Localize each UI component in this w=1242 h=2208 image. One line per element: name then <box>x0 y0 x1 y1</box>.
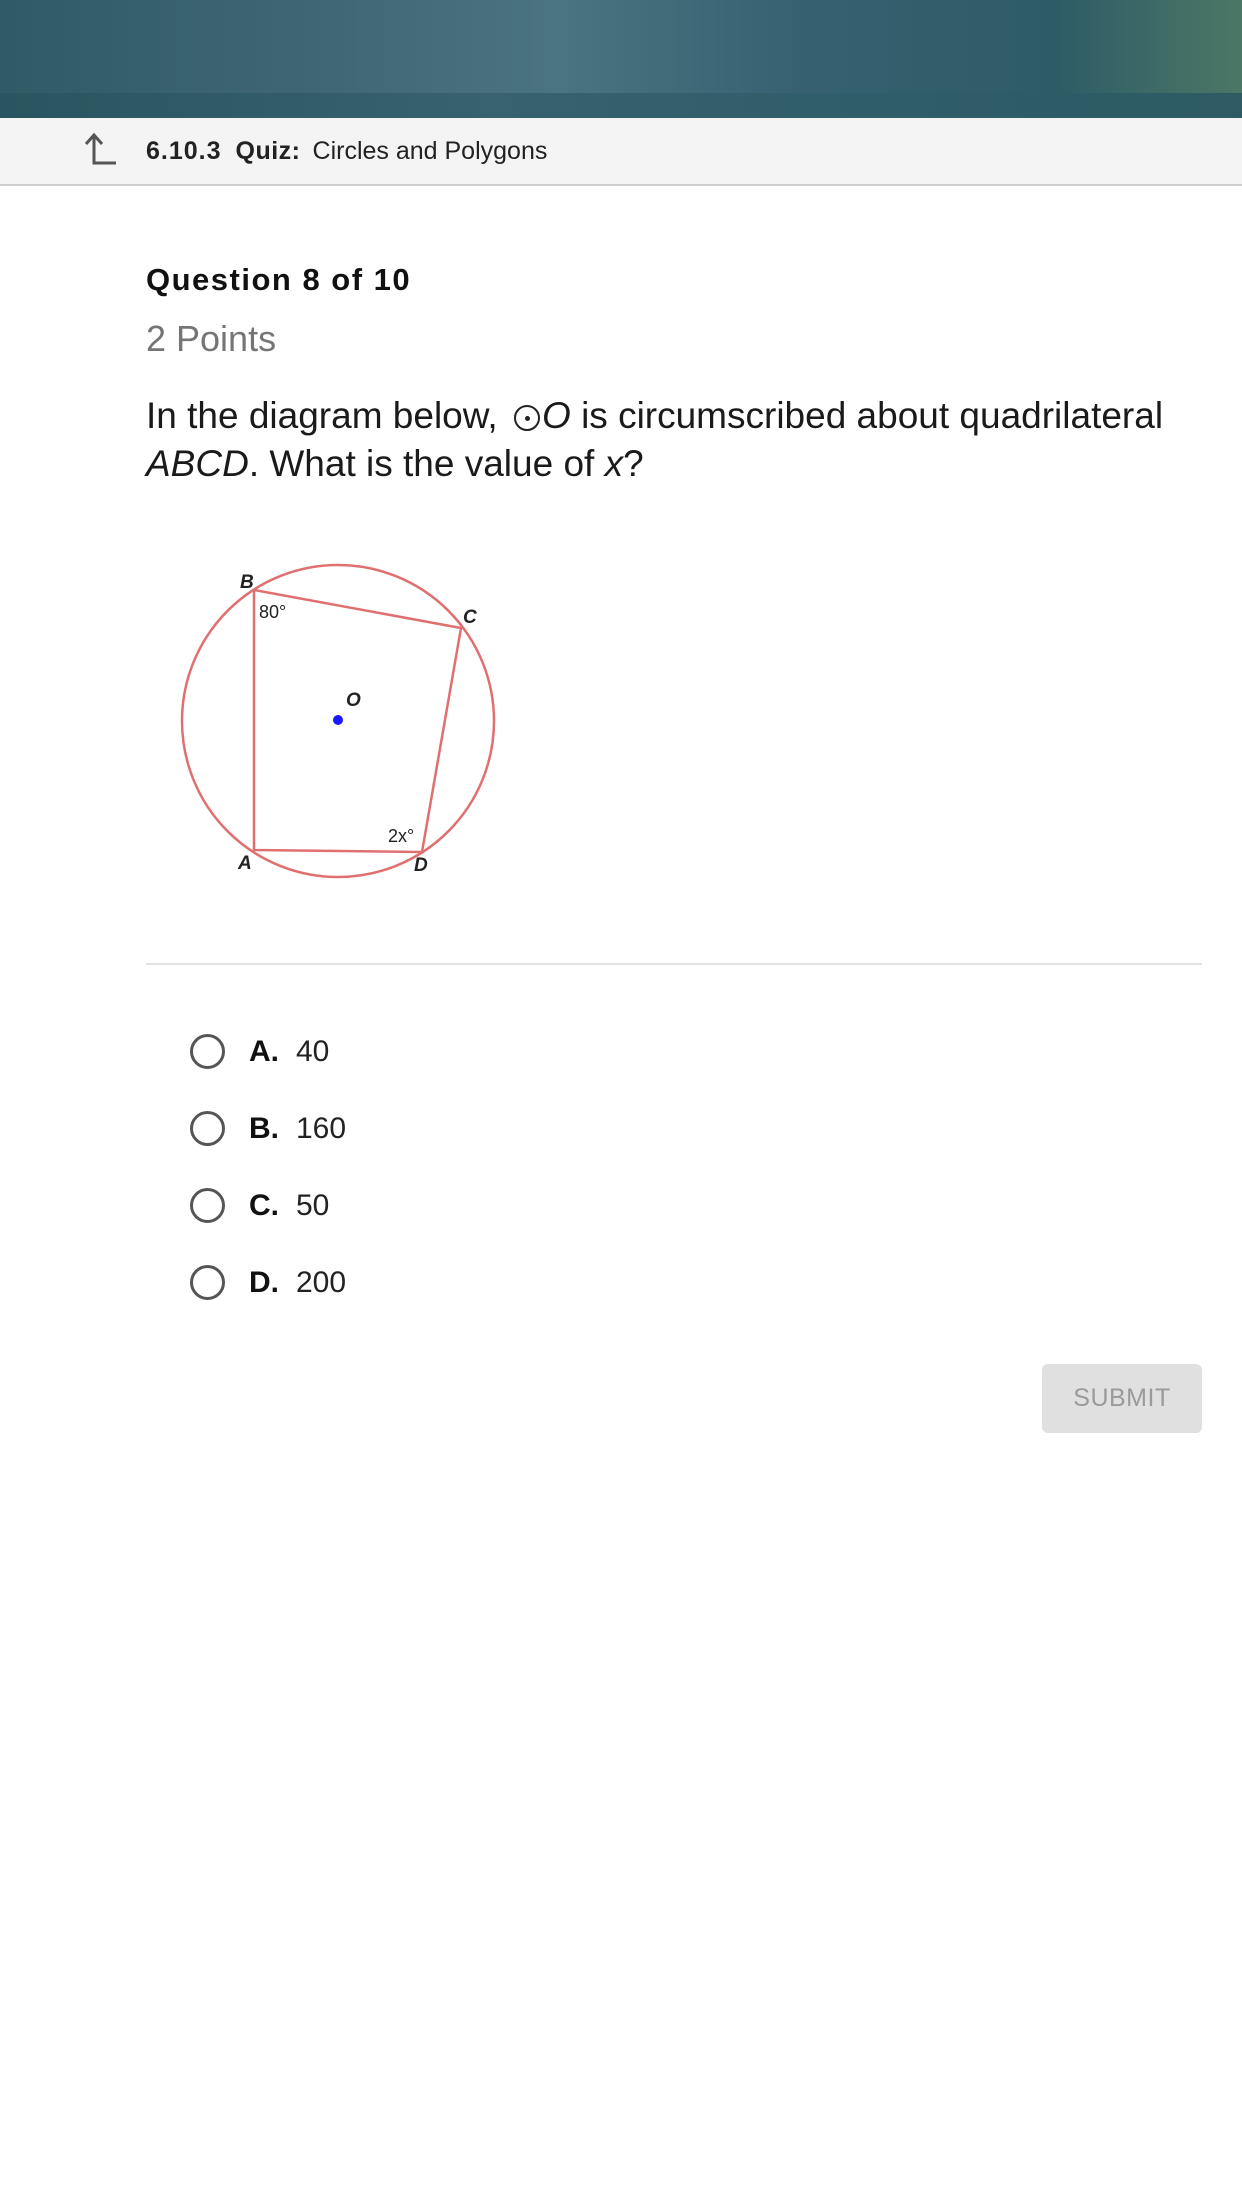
quadrilateral-abcd <box>252 588 463 854</box>
choice-value: 160 <box>296 1111 347 1145</box>
circle-name: O <box>542 395 571 436</box>
variable-name: x <box>604 443 624 484</box>
choice-value: 200 <box>296 1265 347 1299</box>
angle-label-b: 80° <box>259 602 286 622</box>
question-text: In the diagram below, O is circumscribed… <box>146 392 1206 488</box>
divider <box>146 963 1202 965</box>
vertex-label-b: B <box>240 572 254 593</box>
points-label: 2 Points <box>146 318 277 359</box>
question-text-part2: is circumscribed about quadrilateral <box>581 395 1164 436</box>
choice-letter: C. <box>249 1188 279 1222</box>
circle-symbol-icon <box>514 405 540 431</box>
answer-choices: A. 40 B. 160 C. 50 D. 200 <box>190 1013 890 1321</box>
angle-label-d: 2x° <box>388 826 414 846</box>
breadcrumb-quiz-label: Quiz: <box>235 137 301 165</box>
question-text-part1: In the diagram below, <box>146 395 498 436</box>
choice-value: 50 <box>296 1188 330 1222</box>
circle-diagram: B C O A D 80° 2x° <box>180 563 496 879</box>
submit-button[interactable]: SUBMIT <box>1042 1364 1202 1433</box>
breadcrumb-title: Circles and Polygons <box>312 137 548 165</box>
radio-icon[interactable] <box>190 1265 225 1300</box>
choice-letter: A. <box>249 1034 279 1068</box>
breadcrumb-number: 6.10.3 <box>146 137 222 165</box>
question-text-part4: ? <box>623 443 644 484</box>
radio-icon[interactable] <box>190 1034 225 1069</box>
quadrilateral-name: ABCD <box>146 443 249 484</box>
banner-shadow <box>0 93 1242 118</box>
top-banner <box>0 0 1242 118</box>
choice-a[interactable]: A. 40 <box>190 1013 890 1090</box>
vertex-label-c: C <box>463 607 477 628</box>
choice-value: 40 <box>296 1034 330 1068</box>
center-label-o: O <box>346 690 361 711</box>
choice-d[interactable]: D. 200 <box>190 1244 890 1321</box>
up-arrow-icon[interactable] <box>80 130 118 170</box>
vertex-label-d: D <box>414 855 428 876</box>
radio-icon[interactable] <box>190 1188 225 1223</box>
choice-letter: B. <box>249 1111 279 1145</box>
breadcrumb-text: 6.10.3 Quiz: Circles and Polygons <box>146 134 547 168</box>
breadcrumb: 6.10.3 Quiz: Circles and Polygons <box>0 118 1242 186</box>
question-header: Question 8 of 10 <box>146 262 412 297</box>
radio-icon[interactable] <box>190 1111 225 1146</box>
choice-c[interactable]: C. 50 <box>190 1167 890 1244</box>
center-point <box>333 715 343 725</box>
vertex-label-a: A <box>237 853 252 874</box>
choice-letter: D. <box>249 1265 279 1299</box>
choice-b[interactable]: B. 160 <box>190 1090 890 1167</box>
question-text-part3: . What is the value of <box>248 443 595 484</box>
